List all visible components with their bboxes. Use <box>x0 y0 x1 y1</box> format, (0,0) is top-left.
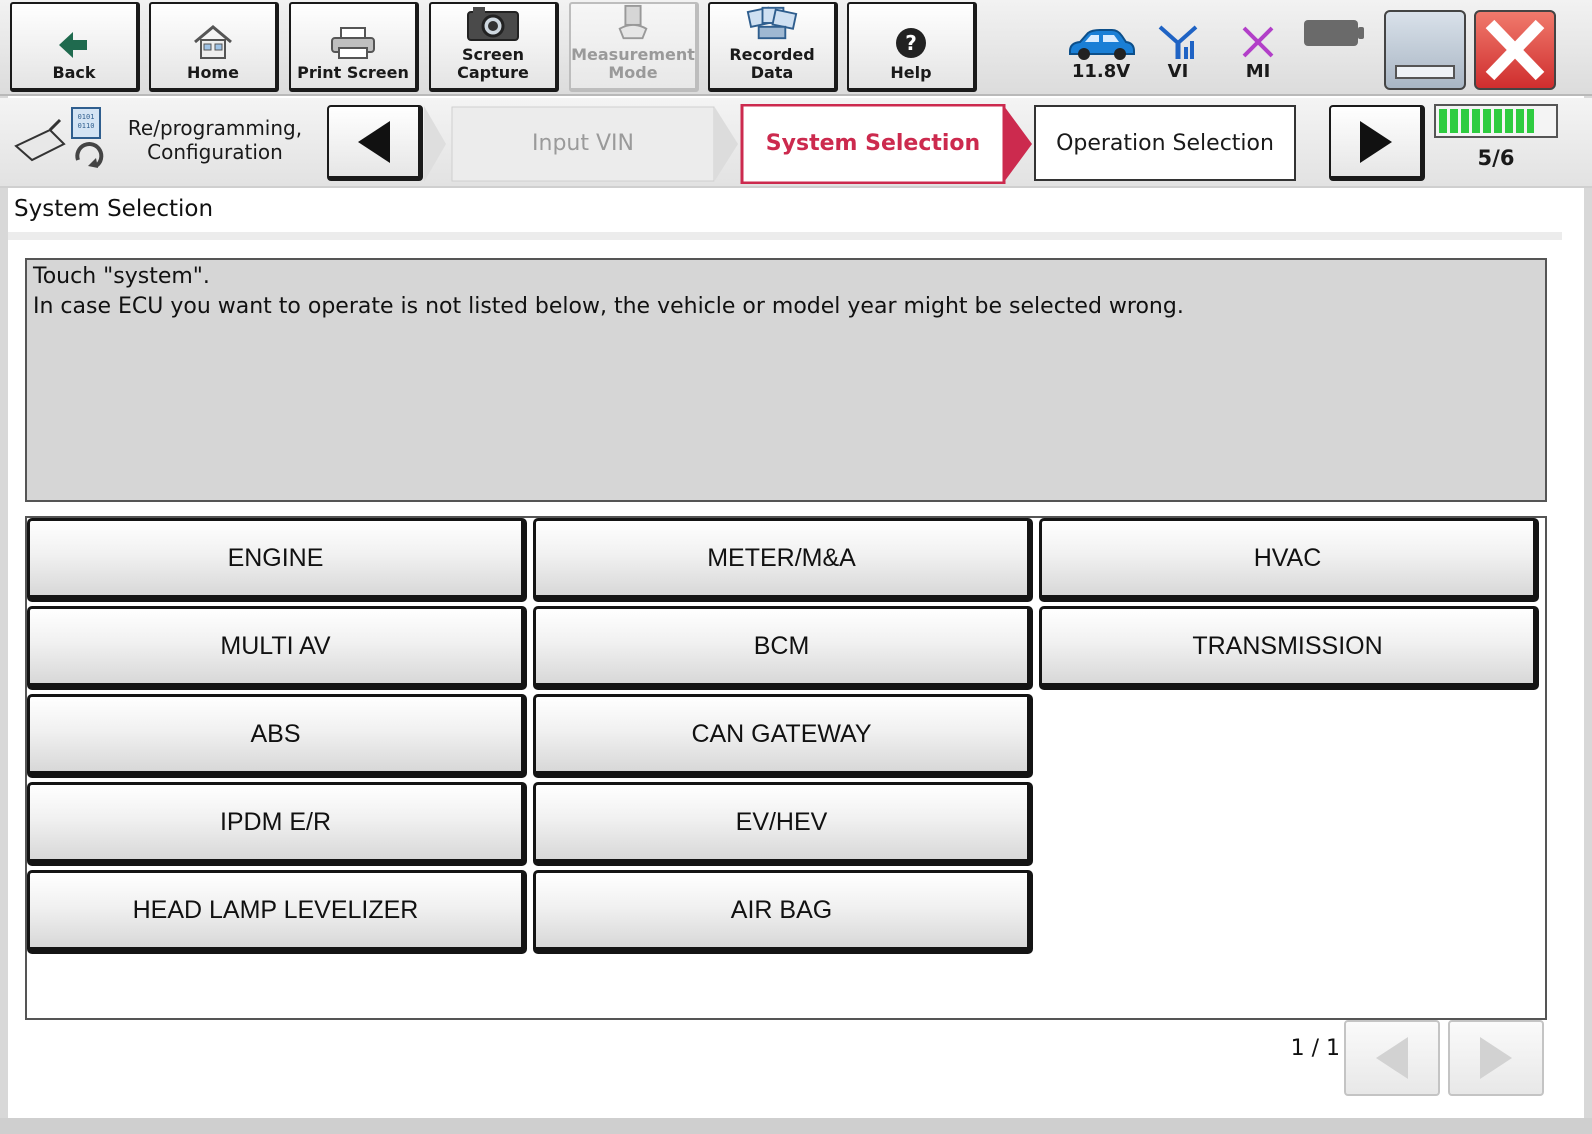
system-button-can-gateway[interactable]: CAN GATEWAY <box>533 694 1033 778</box>
page-title: System Selection <box>14 196 214 222</box>
previous-step-button[interactable] <box>327 105 423 181</box>
battery-icon <box>1304 20 1364 46</box>
minimize-button[interactable] <box>1384 10 1466 90</box>
system-button-bcm[interactable]: BCM <box>533 606 1033 690</box>
step-system-selection: System Selection <box>744 105 1002 181</box>
system-button-ipdm-er[interactable]: IPDM E/R <box>27 782 527 866</box>
previous-page-button[interactable] <box>1344 1020 1440 1096</box>
system-button-engine[interactable]: ENGINE <box>27 518 527 602</box>
print-screen-label: Print Screen <box>297 63 409 82</box>
step-input-vin: Input VIN <box>454 105 712 181</box>
system-button-transmission[interactable]: TRANSMISSION <box>1039 606 1539 690</box>
module-title-line1: Re/programming, <box>127 116 303 140</box>
system-button-abs[interactable]: ABS <box>27 694 527 778</box>
progress-bar <box>1434 104 1558 138</box>
instruction-panel: Touch "system". In case ECU you want to … <box>25 258 1547 502</box>
system-button-multi-av[interactable]: MULTI AV <box>27 606 527 690</box>
vi-status: VI <box>1146 10 1210 86</box>
step-input-vin-label: Input VIN <box>532 130 634 156</box>
svg-text:?: ? <box>905 31 917 55</box>
window-frame-bottom <box>0 1118 1592 1134</box>
back-button-label: Back <box>52 63 96 82</box>
voltage-label: 11.8V <box>1071 61 1131 82</box>
recorded-data-button[interactable]: Recorded Data <box>708 2 838 92</box>
vi-label: VI <box>1167 61 1189 82</box>
svg-text:0101: 0101 <box>78 113 95 121</box>
module-title-line2: Configuration <box>147 140 283 164</box>
triangle-left-icon <box>357 120 390 163</box>
system-button-meter-ma[interactable]: METER/M&A <box>533 518 1033 602</box>
mi-disconnected-icon <box>1242 26 1274 58</box>
back-arrow-icon <box>59 32 87 58</box>
triangle-left-icon <box>1376 1037 1408 1079</box>
measurement-icon <box>618 4 648 40</box>
system-button-ev-hev[interactable]: EV/HEV <box>533 782 1033 866</box>
triangle-right-icon <box>1480 1037 1512 1079</box>
step-operation-selection: Operation Selection <box>1034 105 1296 181</box>
help-icon: ? <box>896 28 926 58</box>
print-screen-button[interactable]: Print Screen <box>289 2 419 92</box>
home-button-label: Home <box>187 63 239 82</box>
recorded-data-label: Recorded Data <box>729 45 815 82</box>
module-title: Re/programming, Configuration <box>112 116 318 164</box>
measurement-mode-label: Measurement Mode <box>571 45 695 82</box>
battery-voltage-status: 11.8V <box>1062 10 1140 86</box>
recorded-data-icon <box>746 6 798 40</box>
svg-text:0110: 0110 <box>78 122 95 130</box>
step-system-selection-label: System Selection <box>765 130 981 156</box>
triangle-right-icon <box>1359 120 1392 163</box>
help-button-label: Help <box>890 63 932 82</box>
system-button-head-lamp-levelizer[interactable]: HEAD LAMP LEVELIZER <box>27 870 527 954</box>
next-step-button[interactable] <box>1329 105 1425 181</box>
home-button[interactable]: Home <box>149 2 279 92</box>
reprogramming-module-icon: 0101 0110 <box>14 107 104 168</box>
title-divider <box>8 232 1562 240</box>
screen-capture-label: Screen Capture <box>457 45 529 82</box>
back-button[interactable]: Back <box>10 2 140 92</box>
instruction-line-2: In case ECU you want to operate is not l… <box>33 294 1184 319</box>
help-button[interactable]: ? Help <box>847 2 977 92</box>
minimize-icon <box>1395 65 1455 79</box>
page-indicator: 1 / 1 <box>1290 1036 1340 1061</box>
vi-antenna-icon <box>1158 25 1198 59</box>
screen-capture-button[interactable]: Screen Capture <box>429 2 559 92</box>
mi-status: MI <box>1226 10 1290 86</box>
step-operation-selection-label: Operation Selection <box>1056 130 1274 156</box>
close-icon <box>1485 19 1545 81</box>
close-button[interactable] <box>1474 10 1556 90</box>
next-page-button[interactable] <box>1448 1020 1544 1096</box>
measurement-mode-button[interactable]: Measurement Mode <box>569 2 699 92</box>
home-icon <box>194 25 232 59</box>
progress-text: 5/6 <box>1477 146 1515 170</box>
system-button-air-bag[interactable]: AIR BAG <box>533 870 1033 954</box>
system-button-hvac[interactable]: HVAC <box>1039 518 1539 602</box>
car-icon <box>1069 29 1135 60</box>
progress-bar-fill <box>1439 109 1534 133</box>
mi-label: MI <box>1245 61 1271 82</box>
camera-icon <box>467 7 519 41</box>
instruction-line-1: Touch "system". <box>33 264 210 289</box>
printer-icon <box>331 27 375 59</box>
